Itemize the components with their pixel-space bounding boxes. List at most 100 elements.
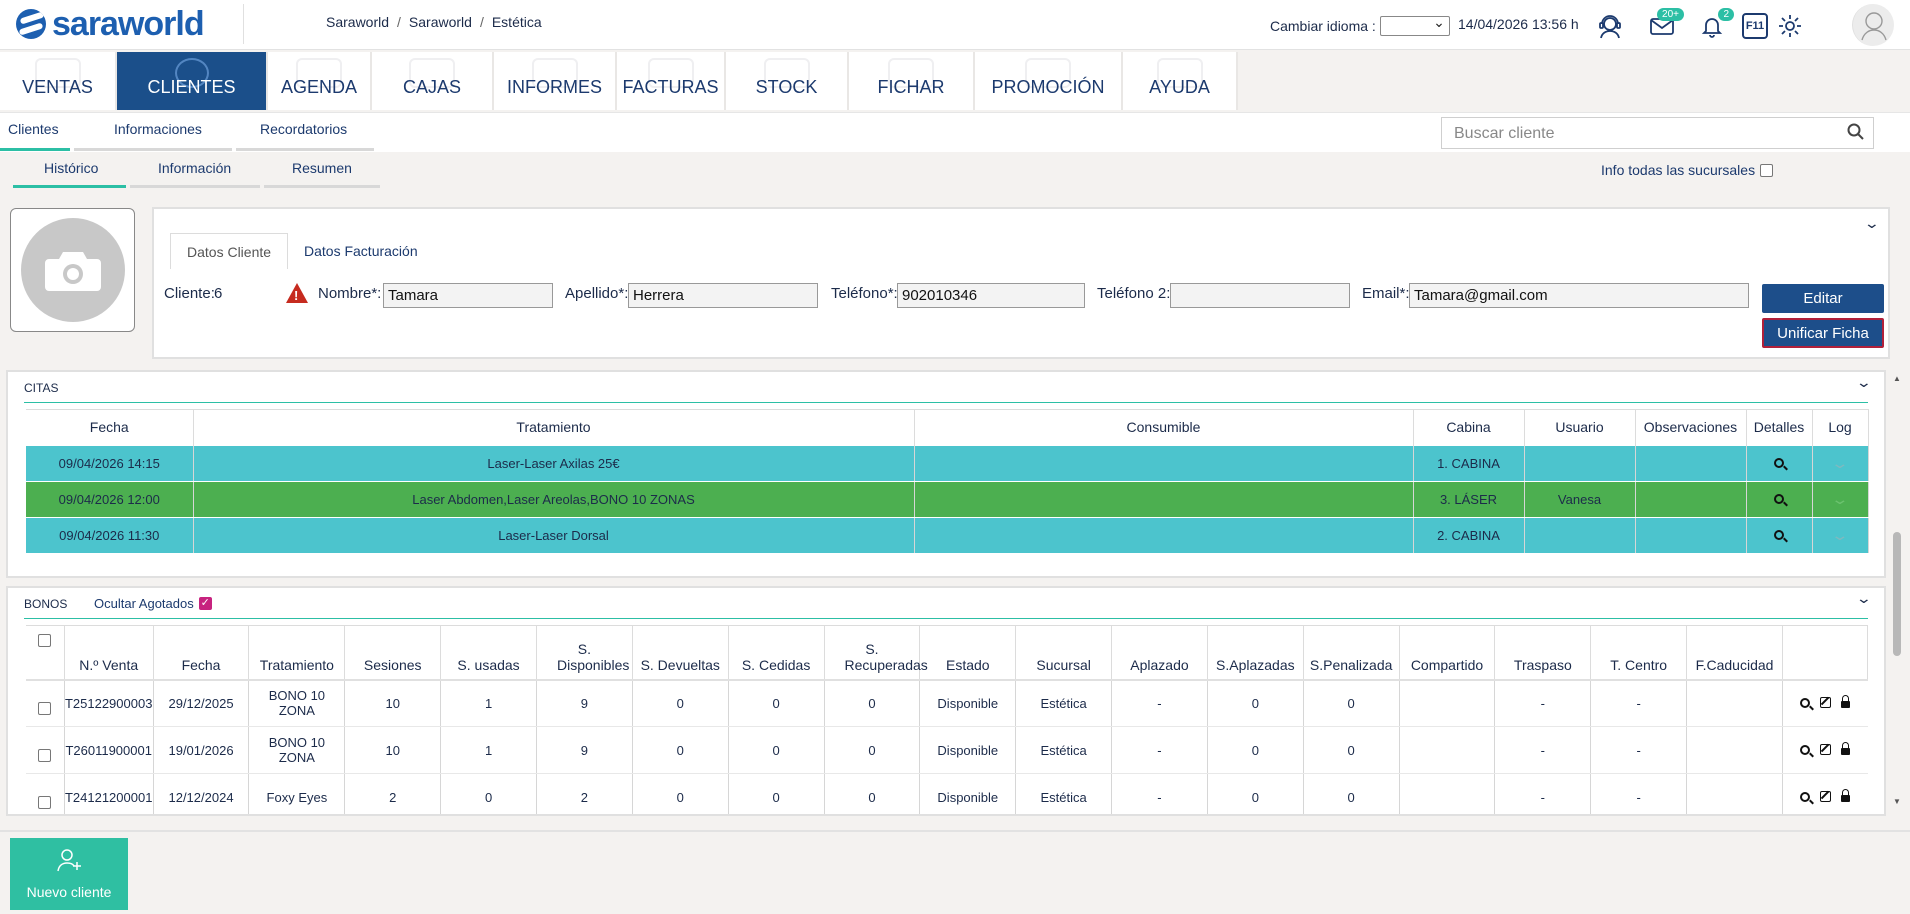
lock-icon[interactable] [1841,695,1851,709]
subtab-informaciones[interactable]: Informaciones [114,121,202,137]
table-row[interactable]: 09/04/2026 12:00 Laser Abdomen,Laser Are… [26,481,1869,518]
hide-exhausted-checkbox[interactable]: ✓ [198,597,212,610]
nav-fichar[interactable]: FICHAR [849,52,975,110]
table-row[interactable]: 09/04/2026 11:30 Laser-Laser Dorsal 2. C… [26,517,1869,554]
tab-historico[interactable]: Histórico [44,160,98,176]
column-header[interactable]: Estado [919,625,1017,681]
phone2-field[interactable] [1170,283,1350,308]
table-row[interactable]: T25122900003 29/12/2025 BONO 10 ZONA 10 1 9 0 0… [26,679,1868,727]
lock-icon[interactable] [1841,742,1851,755]
column-header[interactable]: S. Cedidas [728,625,825,681]
magnifier-icon[interactable] [1774,494,1784,504]
user-avatar[interactable] [1852,4,1894,46]
column-header[interactable]: F.Caducidad [1686,625,1783,681]
gear-icon[interactable] [1776,12,1804,40]
magnifier-icon[interactable] [1800,697,1811,708]
bell-icon[interactable]: 2 [1698,8,1734,40]
search-icon[interactable] [1847,123,1865,146]
column-header[interactable]: S.Penalizada [1303,625,1400,681]
client-photo[interactable] [10,208,135,332]
column-header[interactable]: Observaciones [1635,409,1747,446]
column-header[interactable]: N.º Venta [64,625,154,681]
nav-facturas[interactable]: FACTURAS [617,52,726,110]
row-checkbox[interactable] [38,796,52,809]
magnifier-icon[interactable] [1774,457,1784,468]
column-header[interactable]: Tratamiento [248,625,346,681]
chevron-down-icon[interactable]: ⌄ [1831,491,1850,508]
surname-field[interactable]: Herrera [628,283,818,308]
nav-informes[interactable]: INFORMES [494,52,617,110]
table-row[interactable]: T26011900001 19/01/2026 BONO 10 ZONA 10 1 9 0 0… [26,726,1868,774]
column-header[interactable]: Fecha [26,409,194,446]
all-branches-toggle[interactable]: Info todas las sucursales [1601,162,1774,178]
support-agent-icon[interactable] [1596,12,1624,40]
breadcrumb-item[interactable]: Saraworld [409,14,472,30]
column-header[interactable]: Traspaso [1494,625,1592,681]
search-client-input[interactable]: Buscar cliente [1441,117,1874,149]
email-field[interactable]: Tamara@gmail.com [1409,283,1749,308]
column-header[interactable]: Sucursal [1015,625,1113,681]
collapse-chevron-icon[interactable]: ⌄ [1856,590,1872,607]
scroll-down-icon[interactable]: ▼ [1893,797,1901,806]
nav-ayuda[interactable]: AYUDA [1123,52,1238,110]
nav-clientes[interactable]: CLIENTES [117,52,268,110]
select-all-checkbox[interactable] [38,634,52,647]
unify-record-button[interactable]: Unificar Ficha [1762,318,1884,348]
hide-exhausted-toggle[interactable]: Ocultar Agotados ✓ [94,596,212,611]
column-header[interactable]: S. Disponibles [536,625,633,681]
column-header[interactable]: S. usadas [440,625,537,681]
column-header[interactable]: Usuario [1524,409,1636,446]
breadcrumb-item[interactable]: Estética [492,14,542,30]
tab-resumen[interactable]: Resumen [292,160,352,176]
scroll-up-icon[interactable]: ▲ [1893,374,1901,383]
chevron-down-icon[interactable]: ⌄ [1831,455,1850,472]
edit-icon[interactable] [1820,744,1832,755]
column-header[interactable]: Log [1812,409,1869,446]
column-header[interactable]: S. Recuperadas [824,625,928,681]
column-header[interactable]: Sesiones [344,625,442,681]
magnifier-icon[interactable] [1800,791,1811,802]
scrollbar-thumb[interactable] [1893,532,1901,656]
all-branches-checkbox[interactable] [1760,163,1774,177]
chevron-down-icon[interactable]: ⌄ [1831,527,1850,544]
row-checkbox[interactable] [38,702,52,716]
tab-datos-cliente[interactable]: Datos Cliente [170,233,289,269]
tab-datos-facturacion[interactable]: Datos Facturación [288,233,434,269]
nav-stock[interactable]: STOCK [726,52,849,110]
nav-cajas[interactable]: CAJAS [372,52,494,110]
column-header[interactable]: Aplazado [1111,625,1208,681]
breadcrumb-item[interactable]: Saraworld [326,14,389,30]
column-header[interactable]: Detalles [1746,409,1813,446]
table-row[interactable]: T24121200001 12/12/2024 Foxy Eyes 2 0 2 0 0 0 Dis… [26,773,1868,814]
column-header[interactable]: S. Devueltas [632,625,729,681]
column-header[interactable]: Fecha [153,625,250,681]
nav-agenda[interactable]: AGENDA [268,52,372,110]
column-header[interactable]: Compartido [1399,625,1496,681]
name-field[interactable]: Tamara [383,283,553,308]
language-select[interactable] [1379,14,1450,36]
fullscreen-f11-button[interactable]: F11 [1742,13,1768,39]
magnifier-icon[interactable] [1800,744,1811,755]
column-header[interactable]: T. Centro [1590,625,1688,681]
column-header[interactable]: Tratamiento [193,409,915,446]
mail-icon[interactable]: 20+ [1648,8,1684,40]
edit-client-button[interactable]: Editar [1762,284,1884,313]
lock-icon[interactable] [1841,789,1851,802]
column-header[interactable]: S.Aplazadas [1207,625,1304,681]
tab-informacion[interactable]: Información [158,160,231,176]
brand-logo[interactable]: saraworld [16,4,244,44]
edit-icon[interactable] [1820,697,1832,709]
magnifier-icon[interactable] [1774,530,1784,540]
phone-field[interactable]: 902010346 [897,283,1085,308]
column-header[interactable]: Cabina [1413,409,1525,446]
nav-promocion[interactable]: PROMOCIÓN [975,52,1123,110]
collapse-chevron-icon[interactable]: ⌄ [1864,215,1880,232]
new-client-button[interactable]: Nuevo cliente [10,838,128,910]
subtab-recordatorios[interactable]: Recordatorios [260,121,347,137]
collapse-chevron-icon[interactable]: ⌄ [1856,374,1872,391]
nav-ventas[interactable]: VENTAS [0,52,117,110]
column-header[interactable]: Consumible [914,409,1414,446]
table-row[interactable]: 09/04/2026 14:15 Laser-Laser Axilas 25€ … [26,445,1869,482]
row-checkbox[interactable] [38,749,52,762]
edit-icon[interactable] [1820,791,1832,802]
